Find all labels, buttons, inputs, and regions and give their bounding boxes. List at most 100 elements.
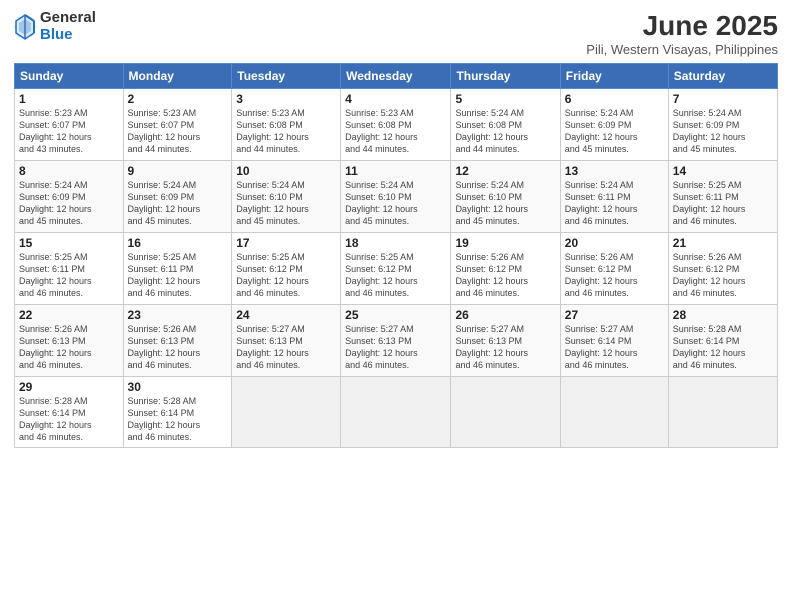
- day-info: Sunrise: 5:28 AMSunset: 6:14 PMDaylight:…: [673, 323, 773, 372]
- day-number: 18: [345, 236, 446, 250]
- day-number: 13: [565, 164, 664, 178]
- calendar-cell: [451, 377, 560, 448]
- logo-general-text: General: [40, 10, 96, 27]
- calendar-cell: [560, 377, 668, 448]
- day-number: 15: [19, 236, 119, 250]
- day-info: Sunrise: 5:28 AMSunset: 6:14 PMDaylight:…: [128, 395, 228, 444]
- calendar-header-row: SundayMondayTuesdayWednesdayThursdayFrid…: [15, 64, 778, 89]
- calendar-week-row: 29Sunrise: 5:28 AMSunset: 6:14 PMDayligh…: [15, 377, 778, 448]
- day-info: Sunrise: 5:24 AMSunset: 6:08 PMDaylight:…: [455, 107, 555, 156]
- day-info: Sunrise: 5:26 AMSunset: 6:12 PMDaylight:…: [673, 251, 773, 300]
- day-info: Sunrise: 5:26 AMSunset: 6:12 PMDaylight:…: [455, 251, 555, 300]
- day-info: Sunrise: 5:26 AMSunset: 6:12 PMDaylight:…: [565, 251, 664, 300]
- day-info: Sunrise: 5:24 AMSunset: 6:09 PMDaylight:…: [128, 179, 228, 228]
- calendar-cell: 9Sunrise: 5:24 AMSunset: 6:09 PMDaylight…: [123, 161, 232, 233]
- day-number: 24: [236, 308, 336, 322]
- day-number: 5: [455, 92, 555, 106]
- calendar-header-wednesday: Wednesday: [341, 64, 451, 89]
- day-info: Sunrise: 5:24 AMSunset: 6:10 PMDaylight:…: [236, 179, 336, 228]
- day-number: 25: [345, 308, 446, 322]
- calendar-header-thursday: Thursday: [451, 64, 560, 89]
- calendar-cell: 1Sunrise: 5:23 AMSunset: 6:07 PMDaylight…: [15, 89, 124, 161]
- day-number: 19: [455, 236, 555, 250]
- day-number: 3: [236, 92, 336, 106]
- calendar-cell: 15Sunrise: 5:25 AMSunset: 6:11 PMDayligh…: [15, 233, 124, 305]
- day-number: 12: [455, 164, 555, 178]
- calendar: SundayMondayTuesdayWednesdayThursdayFrid…: [14, 63, 778, 448]
- day-number: 16: [128, 236, 228, 250]
- logo-icon: [14, 13, 36, 41]
- day-number: 14: [673, 164, 773, 178]
- calendar-cell: 20Sunrise: 5:26 AMSunset: 6:12 PMDayligh…: [560, 233, 668, 305]
- day-info: Sunrise: 5:23 AMSunset: 6:08 PMDaylight:…: [236, 107, 336, 156]
- day-info: Sunrise: 5:23 AMSunset: 6:08 PMDaylight:…: [345, 107, 446, 156]
- day-info: Sunrise: 5:24 AMSunset: 6:10 PMDaylight:…: [345, 179, 446, 228]
- day-info: Sunrise: 5:24 AMSunset: 6:11 PMDaylight:…: [565, 179, 664, 228]
- subtitle: Pili, Western Visayas, Philippines: [586, 42, 778, 57]
- calendar-header-monday: Monday: [123, 64, 232, 89]
- day-number: 4: [345, 92, 446, 106]
- calendar-cell: 17Sunrise: 5:25 AMSunset: 6:12 PMDayligh…: [232, 233, 341, 305]
- calendar-header-saturday: Saturday: [668, 64, 777, 89]
- calendar-cell: 2Sunrise: 5:23 AMSunset: 6:07 PMDaylight…: [123, 89, 232, 161]
- calendar-week-row: 8Sunrise: 5:24 AMSunset: 6:09 PMDaylight…: [15, 161, 778, 233]
- day-number: 10: [236, 164, 336, 178]
- day-info: Sunrise: 5:28 AMSunset: 6:14 PMDaylight:…: [19, 395, 119, 444]
- calendar-cell: 11Sunrise: 5:24 AMSunset: 6:10 PMDayligh…: [341, 161, 451, 233]
- day-info: Sunrise: 5:24 AMSunset: 6:09 PMDaylight:…: [19, 179, 119, 228]
- day-info: Sunrise: 5:25 AMSunset: 6:12 PMDaylight:…: [236, 251, 336, 300]
- day-number: 22: [19, 308, 119, 322]
- day-number: 11: [345, 164, 446, 178]
- day-number: 21: [673, 236, 773, 250]
- calendar-cell: 25Sunrise: 5:27 AMSunset: 6:13 PMDayligh…: [341, 305, 451, 377]
- day-number: 7: [673, 92, 773, 106]
- calendar-cell: 16Sunrise: 5:25 AMSunset: 6:11 PMDayligh…: [123, 233, 232, 305]
- day-number: 26: [455, 308, 555, 322]
- calendar-cell: [668, 377, 777, 448]
- calendar-cell: 14Sunrise: 5:25 AMSunset: 6:11 PMDayligh…: [668, 161, 777, 233]
- calendar-header-tuesday: Tuesday: [232, 64, 341, 89]
- calendar-week-row: 22Sunrise: 5:26 AMSunset: 6:13 PMDayligh…: [15, 305, 778, 377]
- calendar-cell: 22Sunrise: 5:26 AMSunset: 6:13 PMDayligh…: [15, 305, 124, 377]
- day-info: Sunrise: 5:25 AMSunset: 6:11 PMDaylight:…: [673, 179, 773, 228]
- calendar-cell: 6Sunrise: 5:24 AMSunset: 6:09 PMDaylight…: [560, 89, 668, 161]
- calendar-cell: 4Sunrise: 5:23 AMSunset: 6:08 PMDaylight…: [341, 89, 451, 161]
- calendar-cell: 26Sunrise: 5:27 AMSunset: 6:13 PMDayligh…: [451, 305, 560, 377]
- calendar-header-sunday: Sunday: [15, 64, 124, 89]
- calendar-cell: [341, 377, 451, 448]
- day-info: Sunrise: 5:24 AMSunset: 6:10 PMDaylight:…: [455, 179, 555, 228]
- calendar-cell: 29Sunrise: 5:28 AMSunset: 6:14 PMDayligh…: [15, 377, 124, 448]
- day-info: Sunrise: 5:26 AMSunset: 6:13 PMDaylight:…: [19, 323, 119, 372]
- day-number: 30: [128, 380, 228, 394]
- calendar-cell: 24Sunrise: 5:27 AMSunset: 6:13 PMDayligh…: [232, 305, 341, 377]
- calendar-cell: 7Sunrise: 5:24 AMSunset: 6:09 PMDaylight…: [668, 89, 777, 161]
- day-number: 2: [128, 92, 228, 106]
- day-number: 28: [673, 308, 773, 322]
- title-block: June 2025 Pili, Western Visayas, Philipp…: [586, 10, 778, 57]
- calendar-week-row: 1Sunrise: 5:23 AMSunset: 6:07 PMDaylight…: [15, 89, 778, 161]
- day-info: Sunrise: 5:27 AMSunset: 6:14 PMDaylight:…: [565, 323, 664, 372]
- calendar-cell: 28Sunrise: 5:28 AMSunset: 6:14 PMDayligh…: [668, 305, 777, 377]
- day-info: Sunrise: 5:27 AMSunset: 6:13 PMDaylight:…: [455, 323, 555, 372]
- day-number: 6: [565, 92, 664, 106]
- calendar-cell: 30Sunrise: 5:28 AMSunset: 6:14 PMDayligh…: [123, 377, 232, 448]
- day-info: Sunrise: 5:26 AMSunset: 6:13 PMDaylight:…: [128, 323, 228, 372]
- day-number: 23: [128, 308, 228, 322]
- calendar-cell: 21Sunrise: 5:26 AMSunset: 6:12 PMDayligh…: [668, 233, 777, 305]
- calendar-header-friday: Friday: [560, 64, 668, 89]
- day-info: Sunrise: 5:25 AMSunset: 6:12 PMDaylight:…: [345, 251, 446, 300]
- calendar-cell: 8Sunrise: 5:24 AMSunset: 6:09 PMDaylight…: [15, 161, 124, 233]
- calendar-cell: 18Sunrise: 5:25 AMSunset: 6:12 PMDayligh…: [341, 233, 451, 305]
- calendar-cell: 10Sunrise: 5:24 AMSunset: 6:10 PMDayligh…: [232, 161, 341, 233]
- day-number: 29: [19, 380, 119, 394]
- calendar-cell: 3Sunrise: 5:23 AMSunset: 6:08 PMDaylight…: [232, 89, 341, 161]
- day-number: 20: [565, 236, 664, 250]
- day-number: 17: [236, 236, 336, 250]
- day-info: Sunrise: 5:25 AMSunset: 6:11 PMDaylight:…: [128, 251, 228, 300]
- day-info: Sunrise: 5:25 AMSunset: 6:11 PMDaylight:…: [19, 251, 119, 300]
- main-title: June 2025: [586, 10, 778, 42]
- day-info: Sunrise: 5:23 AMSunset: 6:07 PMDaylight:…: [19, 107, 119, 156]
- day-info: Sunrise: 5:23 AMSunset: 6:07 PMDaylight:…: [128, 107, 228, 156]
- calendar-cell: 27Sunrise: 5:27 AMSunset: 6:14 PMDayligh…: [560, 305, 668, 377]
- calendar-cell: 19Sunrise: 5:26 AMSunset: 6:12 PMDayligh…: [451, 233, 560, 305]
